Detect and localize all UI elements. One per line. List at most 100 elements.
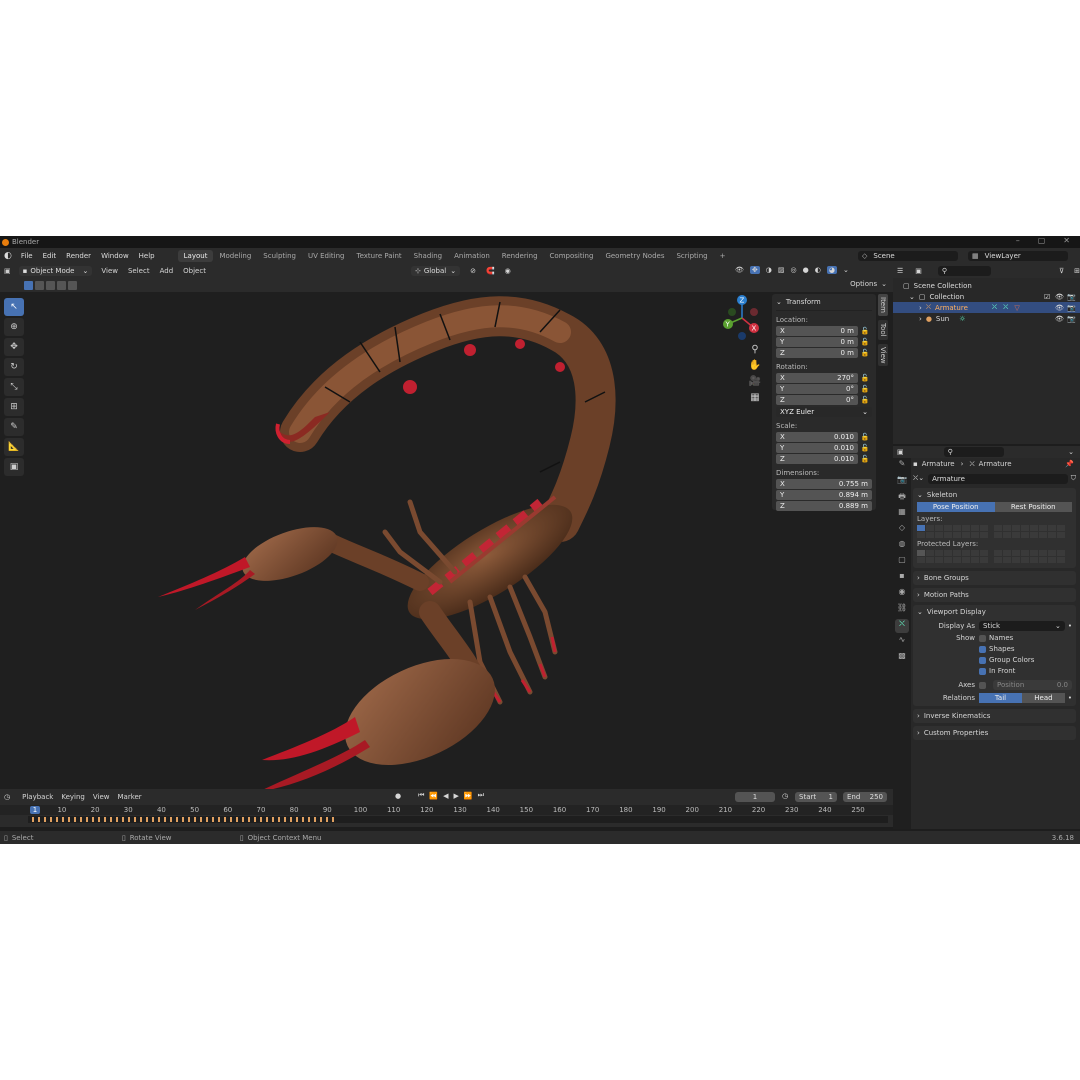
select-subtract-icon[interactable] — [46, 280, 55, 290]
lock-icon[interactable]: 🔓 — [858, 349, 872, 357]
mode-select[interactable]: ▪ Object Mode ⌄ — [18, 266, 93, 276]
skeleton-header[interactable]: ⌄ Skeleton — [917, 491, 1072, 499]
cursor-tool-icon[interactable]: ⊕ — [4, 318, 24, 336]
bone-tab-icon[interactable]: ∿ — [895, 635, 909, 649]
shapes-checkbox[interactable] — [979, 645, 986, 653]
menu-playback[interactable]: Playback — [18, 793, 57, 801]
render-tab-icon[interactable]: 📷 — [895, 475, 909, 489]
transform-header[interactable]: ⌄ Transform — [776, 296, 872, 311]
wireframe-shading-icon[interactable]: ◎ — [791, 266, 797, 274]
tab-modeling[interactable]: Modeling — [213, 250, 257, 262]
menu-view[interactable]: View — [89, 793, 114, 801]
chevron-down-icon[interactable]: ⌄ — [1068, 448, 1074, 456]
camera-icon[interactable]: 📷 — [1067, 304, 1076, 312]
tab-animation[interactable]: Animation — [448, 250, 496, 262]
rotation-z-field[interactable]: Z 0° 🔓 — [776, 395, 872, 405]
menu-keying[interactable]: Keying — [57, 793, 89, 801]
display-mode-icon[interactable]: ▣ — [915, 267, 922, 275]
rotation-x-field[interactable]: X 270° 🔓 — [776, 373, 872, 383]
visibility-icon[interactable]: 👁 — [735, 266, 744, 274]
tab-view[interactable]: View — [878, 343, 888, 367]
overlay-toggle-icon[interactable]: ◑ — [766, 266, 772, 274]
navigation-gizmo[interactable]: Z X Y — [718, 294, 766, 342]
menu-select[interactable]: Select — [123, 267, 155, 275]
tool-tab-icon[interactable]: ✎ — [895, 459, 909, 473]
camera-icon[interactable]: 📷 — [1067, 315, 1076, 323]
select-invert-icon[interactable] — [57, 280, 66, 290]
eye-icon[interactable]: 👁 — [1055, 293, 1064, 301]
eye-icon[interactable]: 👁 — [1055, 315, 1064, 323]
perspective-grid-icon[interactable]: ▦ — [748, 392, 762, 406]
transform-tool-icon[interactable]: ⊞ — [4, 398, 24, 416]
view-layer-tab-icon[interactable]: ▦ — [895, 507, 909, 521]
select-intersect-icon[interactable] — [68, 280, 77, 290]
motion-paths-panel[interactable]: › Motion Paths — [913, 588, 1076, 602]
outliner-item-armature[interactable]: › ⛌ Armature ⛌ ⛌ ▽ 👁 📷 — [893, 302, 1080, 313]
tail-button[interactable]: Tail — [979, 693, 1022, 703]
names-checkbox[interactable] — [979, 634, 986, 642]
fake-user-icon[interactable]: ⛉ — [1071, 474, 1076, 483]
eye-icon[interactable]: 👁 — [1055, 304, 1064, 312]
minimize-icon[interactable]: – — [1016, 236, 1020, 248]
pivot-icon[interactable]: ⊘ — [470, 267, 476, 275]
tab-layout[interactable]: Layout — [177, 250, 214, 262]
menu-file[interactable]: File — [16, 252, 38, 260]
tab-sculpting[interactable]: Sculpting — [257, 250, 302, 262]
blender-menu-icon[interactable]: ◐ — [4, 251, 12, 261]
maximize-icon[interactable]: ▢ — [1038, 236, 1046, 248]
display-as-select[interactable]: Stick ⌄ — [979, 621, 1065, 631]
scale-tool-icon[interactable]: ⤡ — [4, 378, 24, 396]
play-reverse-icon[interactable]: ◀ — [443, 792, 448, 800]
editor-type-icon[interactable]: ◷ — [4, 793, 10, 801]
dimension-z-field[interactable]: Z 0.889 m — [776, 501, 872, 511]
output-tab-icon[interactable]: 🖶 — [895, 491, 909, 505]
editor-type-icon[interactable]: ▣ — [897, 448, 904, 456]
current-frame-field[interactable]: 1 — [735, 792, 775, 802]
select-box-tool-icon[interactable]: ↖ — [4, 298, 24, 316]
close-icon[interactable]: ✕ — [1063, 236, 1070, 248]
menu-render[interactable]: Render — [61, 252, 96, 260]
solid-shading-icon[interactable]: ● — [803, 266, 809, 274]
measure-tool-icon[interactable]: 📐 — [4, 438, 24, 456]
record-icon[interactable]: ● — [395, 792, 401, 800]
pose-position-button[interactable]: Pose Position — [917, 502, 995, 512]
clock-icon[interactable]: ◷ — [782, 792, 788, 800]
inverse-kinematics-panel[interactable]: › Inverse Kinematics — [913, 709, 1076, 723]
annotate-tool-icon[interactable]: ✎ — [4, 418, 24, 436]
rotate-tool-icon[interactable]: ↻ — [4, 358, 24, 376]
play-icon[interactable]: ▶ — [454, 792, 459, 800]
3d-viewport[interactable]: ↖ ⊕ ✥ ↻ ⤡ ⊞ ✎ 📐 ▣ Z X Y ⚲ ✋ 🎥 ▦ ⌄ Transf… — [0, 292, 893, 789]
keyframe-dot-icon[interactable]: • — [1068, 622, 1072, 630]
dimension-x-field[interactable]: X 0.755 m — [776, 479, 872, 489]
frame-ruler[interactable]: 1 10 20 30 40 50 60 70 80 90 100 110 120 130 140 150 160… — [0, 805, 893, 815]
menu-marker[interactable]: Marker — [113, 793, 145, 801]
axes-position-field[interactable]: Position 0.0 — [993, 680, 1072, 690]
tab-geometry-nodes[interactable]: Geometry Nodes — [599, 250, 670, 262]
editor-type-icon[interactable]: ▣ — [4, 267, 11, 275]
checkbox-icon[interactable]: ☑ — [1044, 293, 1050, 301]
outliner-item-collection[interactable]: ⌄ ▢ Collection ☑ 👁 📷 — [903, 291, 1080, 302]
shading-options-icon[interactable]: ⌄ — [843, 266, 849, 274]
in-front-checkbox[interactable] — [979, 667, 986, 675]
scale-z-field[interactable]: Z 0.010 🔓 — [776, 454, 872, 464]
menu-window[interactable]: Window — [96, 252, 134, 260]
scene-tab-icon[interactable]: ◇ — [895, 523, 909, 537]
end-frame-field[interactable]: End 250 — [843, 792, 887, 802]
menu-add[interactable]: Add — [155, 267, 179, 275]
armature-data-icon[interactable]: ⛌⌄ — [913, 474, 924, 483]
rotation-mode-select[interactable]: XYZ Euler ⌄ — [776, 407, 872, 417]
new-collection-icon[interactable]: ⊞ — [1074, 267, 1080, 275]
jump-keyframe-forward-icon[interactable]: ⏩ — [464, 792, 473, 800]
bone-groups-panel[interactable]: › Bone Groups — [913, 571, 1076, 585]
menu-edit[interactable]: Edit — [38, 252, 62, 260]
lock-icon[interactable]: 🔓 — [858, 396, 872, 404]
pan-hand-icon[interactable]: ✋ — [748, 360, 762, 374]
select-new-icon[interactable] — [24, 280, 33, 290]
dimension-y-field[interactable]: Y 0.894 m — [776, 490, 872, 500]
view-layer-field[interactable]: ▦ ViewLayer — [968, 251, 1068, 261]
location-y-field[interactable]: Y 0 m 🔓 — [776, 337, 872, 347]
scale-y-field[interactable]: Y 0.010 🔓 — [776, 443, 872, 453]
lock-icon[interactable]: 🔓 — [858, 455, 872, 463]
constraints-tab-icon[interactable]: ⛓ — [895, 603, 909, 617]
gizmo-toggle-icon[interactable]: ✥ — [749, 266, 760, 274]
